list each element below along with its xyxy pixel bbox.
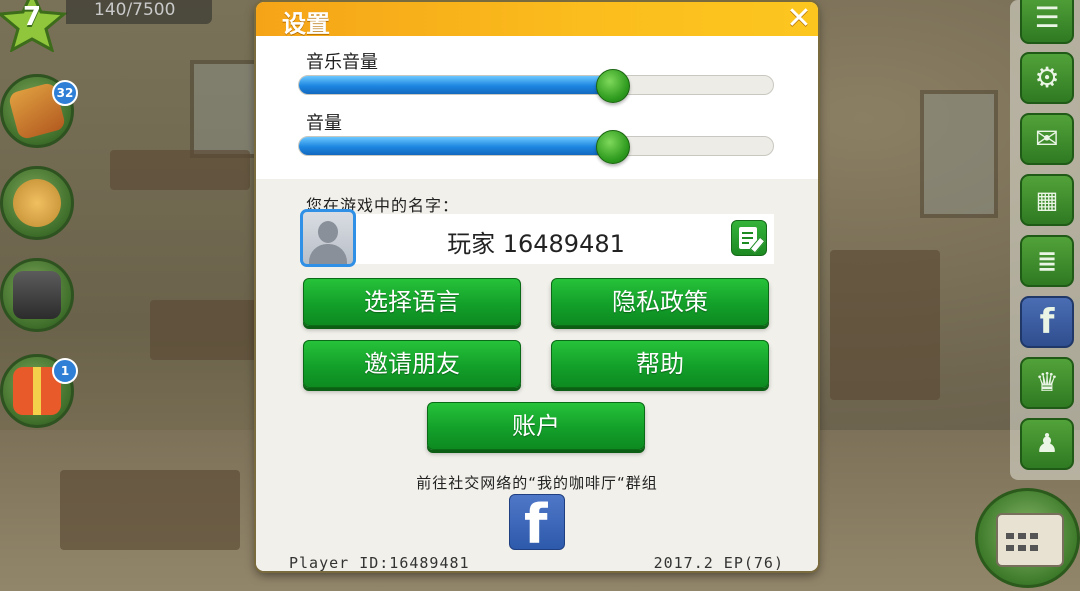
mail-icon: ✉: [1035, 122, 1059, 155]
list-menu-button[interactable]: ☰: [1020, 0, 1074, 44]
social-group-text: 前往社交网络的“我的咖啡厅“群组: [416, 474, 658, 492]
facebook-group-button[interactable]: f: [509, 494, 565, 550]
facebook-menu-button[interactable]: f: [1020, 296, 1074, 348]
music-volume-label: 音乐音量: [306, 52, 378, 73]
player-name: 玩家 16489481: [447, 230, 625, 258]
select-language-button[interactable]: 选择语言: [303, 278, 521, 326]
phone-icon: [13, 271, 61, 319]
player-id: Player ID:16489481: [289, 554, 470, 571]
version-text: 2017.2 EP(76): [653, 554, 784, 571]
settings-menu-button[interactable]: ⚙: [1020, 52, 1074, 104]
pot-icon: [13, 179, 61, 227]
waiter-icon: ♟: [1035, 429, 1059, 459]
trophy-icon: ♛: [1035, 368, 1059, 398]
cash-register-icon: [996, 513, 1064, 567]
cash-register-button[interactable]: [975, 488, 1080, 588]
gift-count-badge: 1: [52, 358, 78, 384]
player-level: 7: [22, 2, 42, 32]
recipe-count-badge: 32: [52, 80, 78, 106]
account-button[interactable]: 账户: [427, 402, 645, 450]
edit-name-button[interactable]: [731, 220, 767, 256]
music-volume-knob[interactable]: [595, 69, 630, 103]
facebook-icon: f: [1039, 302, 1055, 342]
settings-dialog: 设置 ✕ 音乐音量 音量 您在游戏中的名字： 玩家 16489481 选择语言 …: [256, 2, 818, 571]
list-icon: ☰: [1034, 1, 1060, 34]
avatar[interactable]: [300, 209, 356, 267]
invite-friends-button[interactable]: 邀请朋友: [303, 340, 521, 388]
music-volume-slider[interactable]: [298, 69, 774, 103]
sound-volume-label: 音量: [306, 113, 342, 134]
sound-volume-fill: [299, 137, 612, 155]
cooking-button[interactable]: [0, 166, 74, 240]
sound-volume-knob[interactable]: [595, 130, 630, 164]
facebook-icon: f: [524, 494, 548, 550]
help-button[interactable]: 帮助: [551, 340, 769, 388]
calendar-menu-button[interactable]: ▦: [1020, 174, 1074, 226]
sound-volume-slider[interactable]: [298, 130, 774, 164]
calendar-icon: ▦: [1035, 186, 1059, 214]
gears-icon: ⚙: [1034, 61, 1060, 94]
notes-icon: ≣: [1036, 247, 1058, 275]
privacy-policy-button[interactable]: 隐私政策: [551, 278, 769, 326]
mail-menu-button[interactable]: ✉: [1020, 113, 1074, 165]
xp-text: 140/7500: [94, 0, 176, 20]
music-volume-fill: [299, 76, 612, 94]
staff-menu-button[interactable]: ♟: [1020, 418, 1074, 470]
close-icon[interactable]: ✕: [784, 4, 814, 34]
avatar-body: [309, 244, 347, 264]
phone-button[interactable]: [0, 258, 74, 332]
dialog-title: 设置: [282, 10, 330, 38]
dialog-title-bar: [256, 2, 818, 36]
notes-menu-button[interactable]: ≣: [1020, 235, 1074, 287]
avatar-head: [318, 221, 338, 243]
trophy-menu-button[interactable]: ♛: [1020, 357, 1074, 409]
